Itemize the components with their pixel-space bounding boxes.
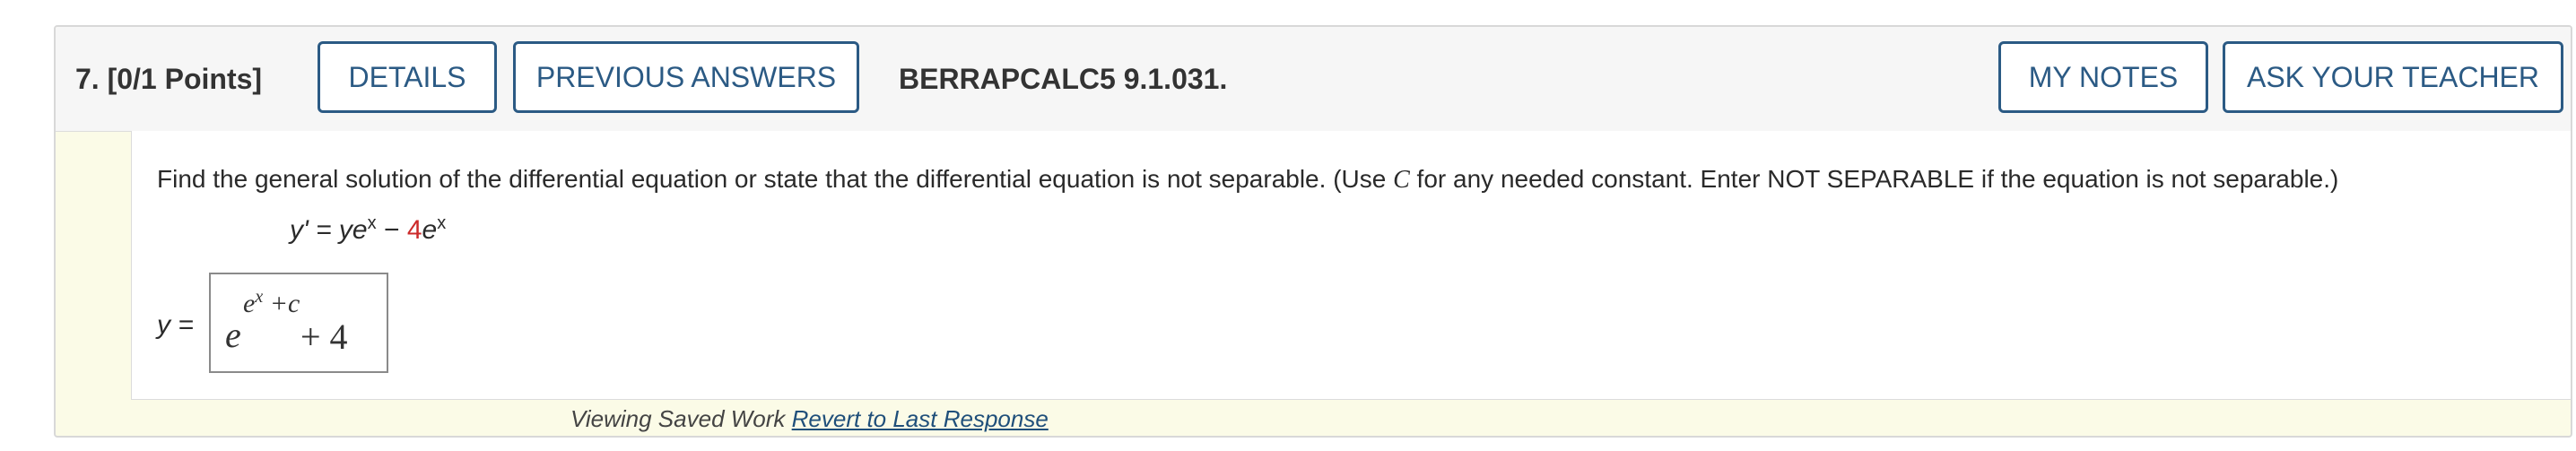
equation-term1-e: e (352, 215, 368, 245)
question-number-label: 7. (75, 63, 100, 95)
answer-exponent-tail: +c (263, 289, 300, 318)
problem-prompt: Find the general solution of the differe… (157, 165, 2338, 195)
viewing-text: Viewing Saved Work (570, 405, 792, 432)
viewing-saved-work: Viewing Saved Work Revert to Last Respon… (570, 405, 1049, 433)
answer-input[interactable]: e ex +c + 4 (209, 273, 388, 373)
prompt-text-after: for any needed constant. Enter NOT SEPAR… (1409, 165, 2339, 193)
answer-exponent-e: e (243, 289, 256, 318)
my-notes-button[interactable]: MY NOTES (1998, 41, 2208, 113)
answer-base: e (225, 315, 241, 355)
equation-term2-e: e (422, 215, 438, 245)
problem-reference: BERRAPCALC5 9.1.031. (899, 63, 1228, 95)
equation-lhs: y' = (290, 215, 339, 245)
equation-minus: − (376, 215, 407, 245)
answer-label: y = (157, 310, 194, 340)
prompt-text-before: Find the general solution of the differe… (157, 165, 1394, 193)
points-label: [0/1 Points] (107, 63, 263, 95)
equation-term1-y: y (338, 215, 352, 245)
equation-term1-exponent: x (367, 213, 377, 233)
details-button[interactable]: DETAILS (318, 41, 497, 113)
differential-equation: y' = yex − 4ex (290, 213, 446, 246)
answer-exponent: ex +c (243, 287, 300, 319)
question-card: 7. [0/1 Points] DETAILS PREVIOUS ANSWERS… (54, 25, 2572, 438)
question-header: 7. [0/1 Points] DETAILS PREVIOUS ANSWERS… (56, 27, 2571, 132)
prompt-constant: C (1393, 166, 1410, 194)
question-number: 7. [0/1 Points] (75, 63, 262, 96)
ask-teacher-button[interactable]: ASK YOUR TEACHER (2223, 41, 2563, 113)
question-body: Find the general solution of the differe… (131, 131, 2571, 400)
equation-coefficient: 4 (406, 215, 422, 245)
equation-term2-exponent: x (437, 213, 447, 233)
revert-link[interactable]: Revert to Last Response (792, 405, 1049, 432)
saved-work-footer: Viewing Saved Work Revert to Last Respon… (131, 400, 2571, 436)
answer-tail: + 4 (300, 317, 348, 357)
previous-answers-button[interactable]: PREVIOUS ANSWERS (513, 41, 859, 113)
answer-exponent-x: x (255, 287, 264, 307)
